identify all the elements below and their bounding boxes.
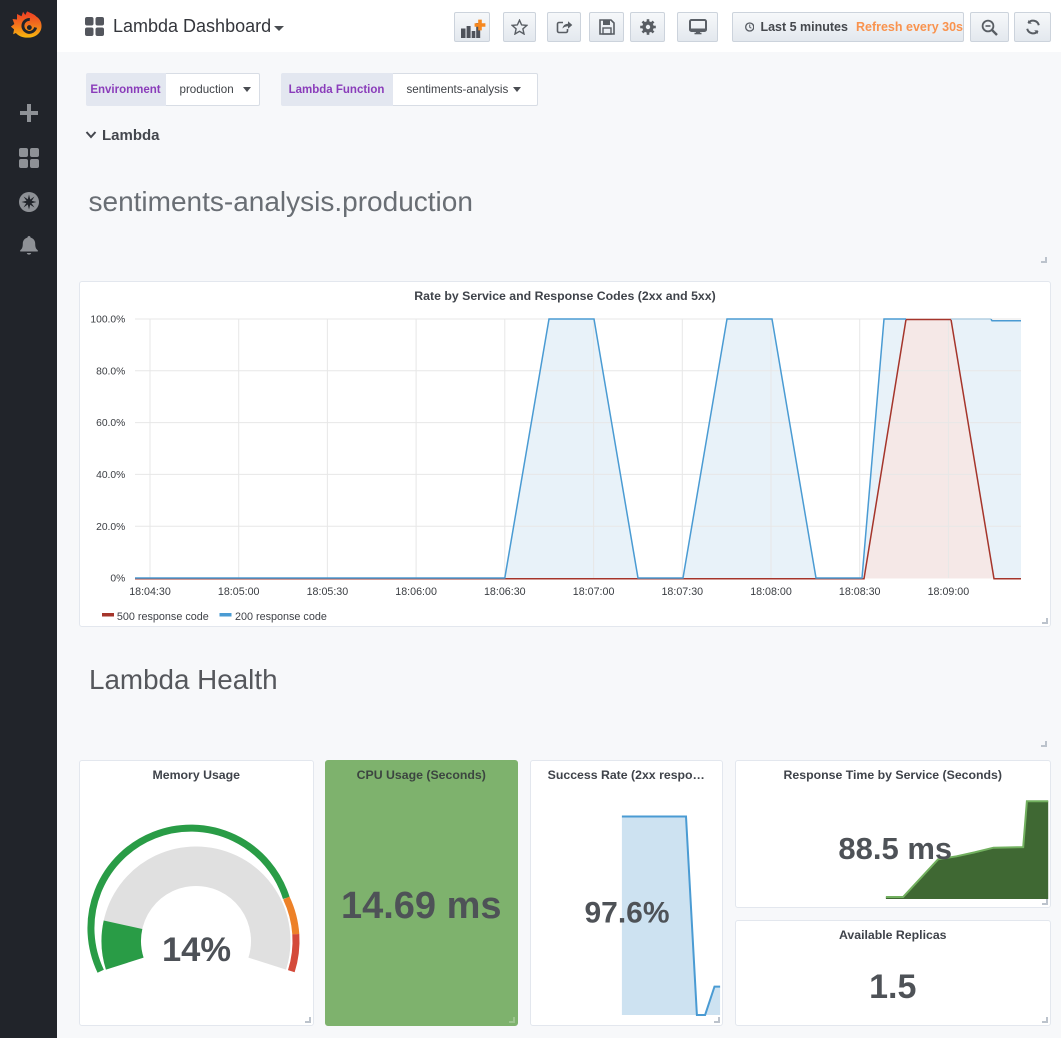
svg-text:0%: 0%	[110, 574, 125, 585]
svg-text:20.0%: 20.0%	[96, 522, 125, 533]
svg-text:88.5 ms: 88.5 ms	[838, 831, 952, 866]
svg-text:40.0%: 40.0%	[96, 470, 125, 481]
svg-text:18:07:30: 18:07:30	[661, 586, 703, 598]
svg-text:200 response code: 200 response code	[235, 611, 327, 623]
svg-text:14%: 14%	[162, 931, 231, 969]
svg-text:18:04:30: 18:04:30	[129, 586, 171, 598]
svg-text:18:05:00: 18:05:00	[218, 586, 260, 598]
svg-text:18:07:00: 18:07:00	[573, 586, 615, 598]
svg-text:18:08:00: 18:08:00	[750, 586, 792, 598]
svg-text:18:06:00: 18:06:00	[395, 586, 437, 598]
svg-text:18:09:00: 18:09:00	[928, 586, 970, 598]
svg-text:18:08:30: 18:08:30	[839, 586, 881, 598]
svg-text:100.0%: 100.0%	[90, 315, 125, 326]
svg-text:80.0%: 80.0%	[96, 366, 125, 377]
svg-text:60.0%: 60.0%	[96, 418, 125, 429]
svg-text:18:05:30: 18:05:30	[307, 586, 349, 598]
svg-text:18:06:30: 18:06:30	[484, 586, 526, 598]
svg-text:500 response code: 500 response code	[117, 611, 209, 623]
svg-text:97.6%: 97.6%	[584, 896, 669, 929]
